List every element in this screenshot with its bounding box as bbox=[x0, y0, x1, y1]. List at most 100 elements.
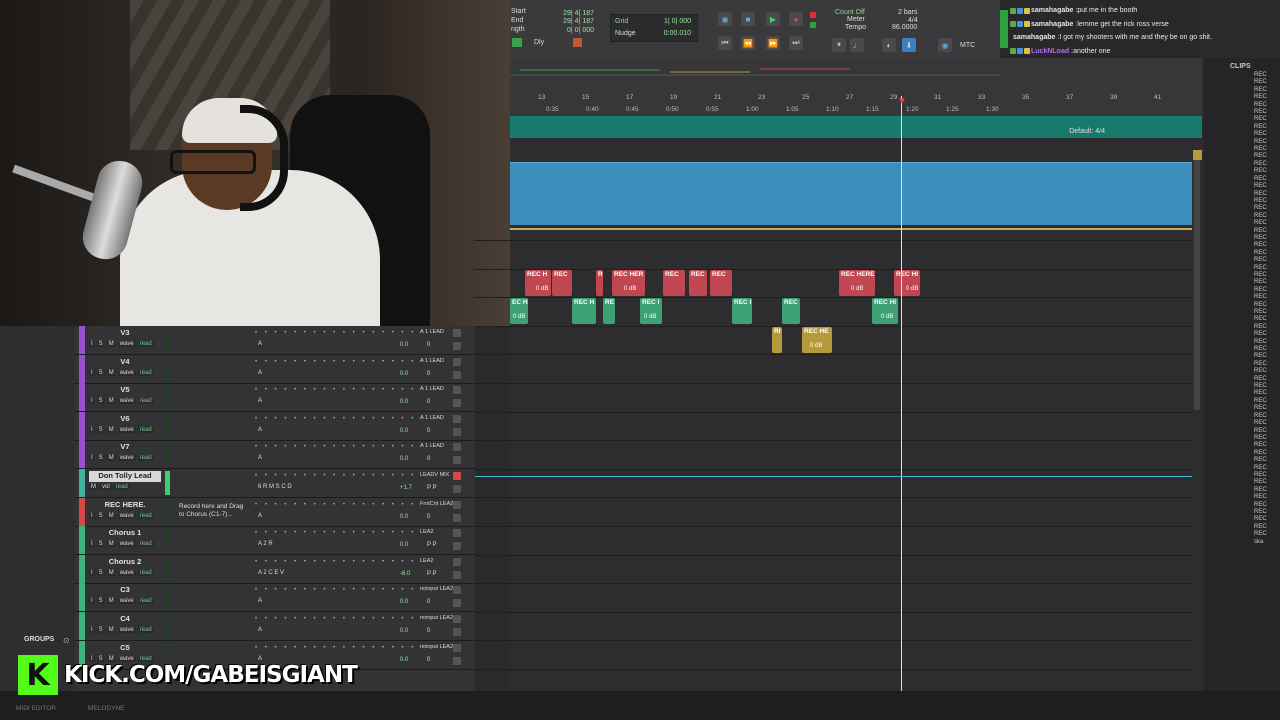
track-io[interactable]: noinput LEA2 bbox=[420, 615, 453, 621]
timeline-ruler[interactable]: 13 15 17 19 21 23 25 27 29 31 33 35 37 39 41 0:35 0:40 0:… bbox=[510, 58, 1202, 116]
track-header[interactable]: Chorus 2 I S Mwave read • • • • • • • • • • •… bbox=[75, 554, 475, 584]
track-button-wave[interactable]: wave bbox=[117, 426, 136, 433]
clips-list-item[interactable]: REC bbox=[1254, 509, 1267, 516]
clips-list-item[interactable]: REC bbox=[1254, 487, 1267, 494]
track-button-i[interactable]: I bbox=[89, 541, 95, 548]
track-button-wave[interactable]: wave bbox=[117, 541, 136, 548]
track-output-icon[interactable] bbox=[453, 500, 461, 509]
clips-list-item[interactable]: REC bbox=[1254, 353, 1267, 360]
groups-label[interactable]: GROUPS bbox=[24, 636, 54, 643]
clips-list-item[interactable]: REC bbox=[1254, 294, 1267, 301]
track-button-wave[interactable]: wave bbox=[117, 598, 136, 605]
track-button-i[interactable]: I bbox=[89, 598, 95, 605]
track-button-s[interactable]: S bbox=[96, 598, 105, 605]
track-output-icon[interactable] bbox=[453, 586, 461, 595]
track-button-m[interactable]: M bbox=[106, 341, 116, 347]
insert-slots[interactable]: • • • • • • • • • • • • • • • • • bbox=[255, 616, 416, 622]
track-button-m[interactable]: M bbox=[106, 541, 116, 548]
track-pan[interactable]: 0 bbox=[427, 399, 430, 405]
audio-clip[interactable]: REC I bbox=[640, 298, 662, 324]
track-io[interactable]: A 1 LEAD bbox=[420, 386, 444, 392]
audio-clip[interactable]: EC HI bbox=[510, 298, 528, 324]
clips-list-item[interactable]: REC bbox=[1254, 191, 1267, 198]
track-button-read[interactable]: read bbox=[137, 541, 154, 548]
clips-list-item[interactable]: REC bbox=[1254, 420, 1267, 427]
clips-list-item[interactable]: REC bbox=[1254, 161, 1267, 168]
insert-slots[interactable]: • • • • • • • • • • • • • • • • • bbox=[255, 645, 416, 651]
audio-clip[interactable]: RI bbox=[772, 327, 782, 353]
track-inserts[interactable]: A bbox=[258, 341, 262, 347]
track-io[interactable]: A 1 LEAD bbox=[420, 329, 444, 335]
track-volume[interactable]: +1.7 bbox=[400, 485, 412, 491]
chat-username[interactable]: LuckNLoad bbox=[1031, 48, 1069, 55]
clips-list-item[interactable]: REC bbox=[1254, 146, 1267, 153]
track-header[interactable]: V6 I S Mwave read • • • • • • • • • • • • • •… bbox=[75, 411, 475, 441]
insert-slots[interactable]: • • • • • • • • • • • • • • • • • bbox=[255, 359, 416, 365]
track-button-wave[interactable]: wave bbox=[117, 398, 136, 405]
zoom-icon[interactable] bbox=[1193, 150, 1202, 160]
track-button-s[interactable]: S bbox=[96, 455, 105, 462]
audio-clip[interactable]: REC bbox=[663, 270, 685, 296]
track-header[interactable]: Chorus 1 I S Mwave read • • • • • • • • • • •… bbox=[75, 526, 475, 556]
track-button-wave[interactable]: wave bbox=[117, 369, 136, 376]
countoff-value[interactable]: 2 bars bbox=[898, 9, 917, 16]
track-name[interactable]: V7 bbox=[89, 442, 161, 453]
track-button-s[interactable]: S bbox=[96, 398, 105, 405]
clips-list-item[interactable]: REC bbox=[1254, 139, 1267, 146]
rewind-icon[interactable]: ⏪ bbox=[741, 36, 755, 50]
track-volume[interactable]: 0.0 bbox=[400, 514, 408, 520]
track-button-m[interactable]: M bbox=[106, 627, 116, 633]
clips-list-item[interactable]: REC bbox=[1254, 428, 1267, 435]
track-io[interactable]: FrntCnt LEA2 bbox=[420, 501, 453, 507]
clips-list-item[interactable]: REC bbox=[1254, 72, 1267, 79]
track-meter-icon[interactable] bbox=[453, 342, 461, 350]
clips-list-item[interactable]: REC bbox=[1254, 168, 1267, 175]
track-volume[interactable]: 0.0 bbox=[400, 542, 408, 548]
clips-list-item[interactable]: REC bbox=[1254, 116, 1267, 123]
clips-list-item[interactable]: REC bbox=[1254, 265, 1267, 272]
insert-slots[interactable]: • • • • • • • • • • • • • • • • • bbox=[255, 473, 416, 479]
nudge-label[interactable]: Nudge bbox=[615, 30, 636, 37]
clips-list-item[interactable]: REC bbox=[1254, 198, 1267, 205]
forward-icon[interactable]: ⏩ bbox=[766, 36, 780, 50]
track-button-m[interactable]: M bbox=[106, 369, 116, 376]
track-button-wave[interactable]: wave bbox=[117, 512, 136, 519]
track-button-vol[interactable]: vol bbox=[100, 484, 112, 490]
record-icon[interactable]: ● bbox=[789, 12, 803, 26]
track-output-icon[interactable] bbox=[453, 643, 461, 652]
track-pan[interactable]: 0 bbox=[427, 657, 430, 663]
track-output-icon[interactable] bbox=[453, 615, 461, 623]
track-meter-icon[interactable] bbox=[453, 485, 461, 493]
track-button-i[interactable]: I bbox=[89, 512, 95, 519]
track-inserts[interactable]: A bbox=[258, 627, 262, 633]
clips-list-item[interactable]: REC bbox=[1254, 390, 1267, 397]
track-output-icon[interactable] bbox=[453, 529, 461, 538]
clips-list-item[interactable]: REC bbox=[1254, 131, 1267, 138]
track-name[interactable]: V3 bbox=[89, 328, 161, 339]
mtc-label[interactable]: MTC bbox=[960, 42, 975, 49]
loop-icon[interactable]: ◉ bbox=[718, 12, 732, 26]
countoff-label[interactable]: Count Off bbox=[835, 9, 865, 16]
clips-list-item[interactable]: REC bbox=[1254, 176, 1267, 183]
track-header[interactable]: REC HERE. I S Mwave read • • • • • • • • • • … bbox=[75, 497, 475, 527]
audio-clip[interactable]: REC HE bbox=[802, 327, 832, 353]
track-io[interactable]: A 1 LEAD bbox=[420, 415, 444, 421]
clips-list-item[interactable]: REC bbox=[1254, 502, 1267, 509]
track-pan[interactable]: 0 bbox=[427, 599, 430, 605]
audio-clip[interactable]: REC HERE bbox=[839, 270, 875, 296]
track-inserts[interactable]: A bbox=[258, 398, 262, 404]
track-inserts[interactable]: A bbox=[258, 513, 262, 519]
track-volume[interactable]: 0.0 bbox=[400, 342, 408, 348]
wait-icon[interactable]: ◐ bbox=[882, 38, 896, 52]
track-output-icon[interactable] bbox=[453, 329, 461, 337]
track-meter-icon[interactable] bbox=[453, 399, 461, 408]
clips-list-item[interactable]: REC bbox=[1254, 376, 1267, 383]
track-name[interactable]: C4 bbox=[89, 614, 161, 625]
track-meter-icon[interactable] bbox=[453, 427, 461, 436]
stop-icon[interactable]: ■ bbox=[741, 12, 755, 26]
track-meter-icon[interactable] bbox=[453, 370, 461, 379]
track-output-icon[interactable] bbox=[453, 557, 461, 566]
clips-list-item[interactable]: REC bbox=[1254, 524, 1267, 531]
dly-label[interactable]: Dly bbox=[534, 39, 544, 46]
clips-list-item[interactable]: REC bbox=[1254, 531, 1267, 538]
